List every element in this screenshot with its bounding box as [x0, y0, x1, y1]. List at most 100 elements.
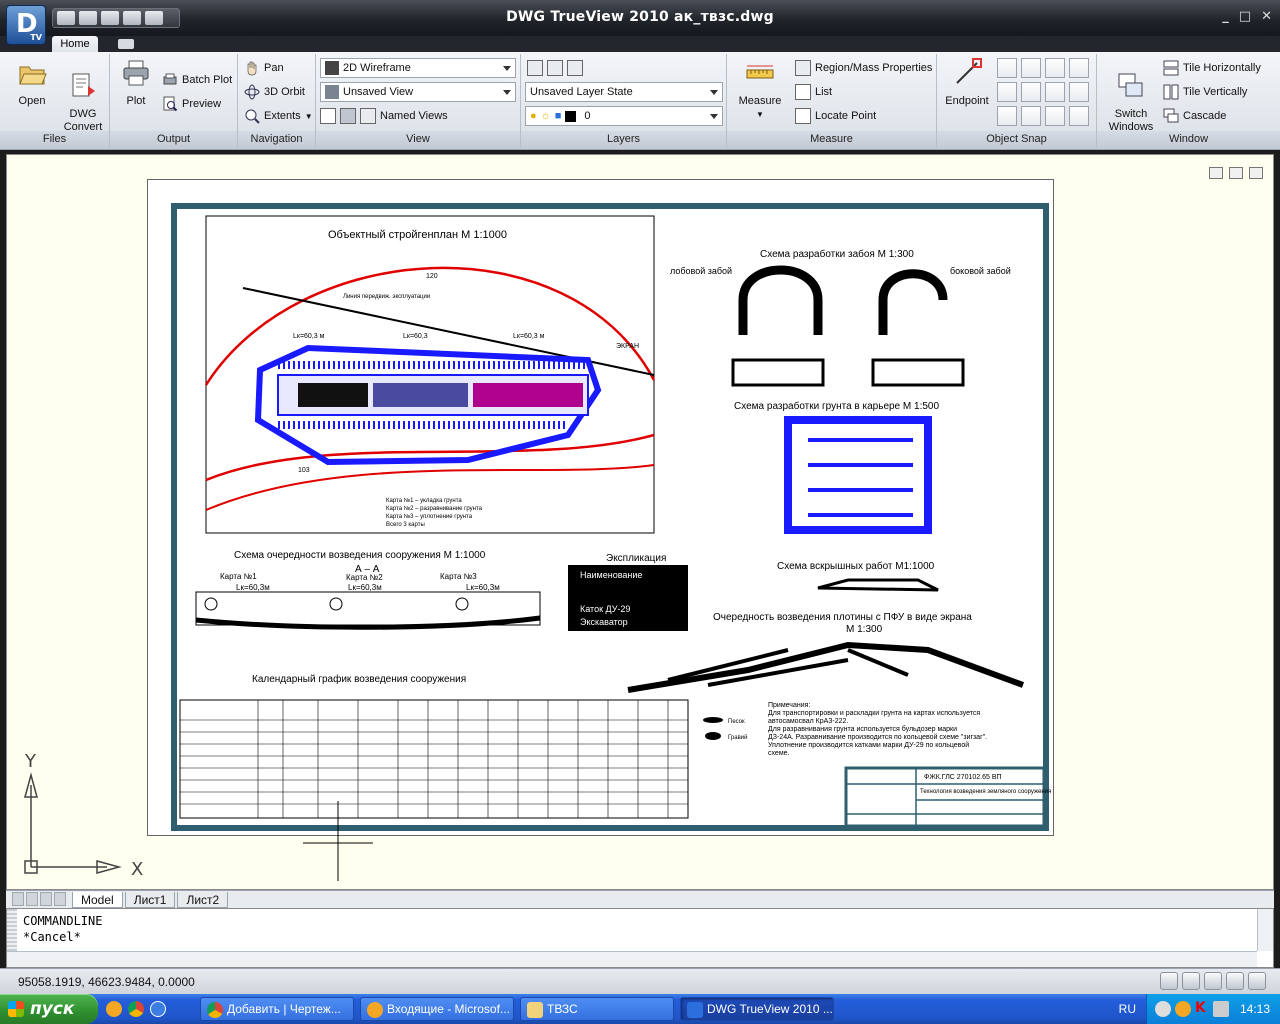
layer-previous-icon[interactable] — [547, 60, 563, 76]
antivirus-icon[interactable]: K — [1195, 1000, 1206, 1016]
insertion-snap-icon[interactable] — [1045, 106, 1065, 126]
tab-model[interactable]: Model — [72, 891, 123, 908]
clock[interactable]: 14:13 — [1240, 1002, 1270, 1016]
measure-dropdown-icon[interactable]: ▼ — [737, 108, 783, 121]
layer-properties-icon[interactable] — [527, 60, 543, 76]
seq-dam-profile — [195, 615, 541, 630]
orbit-button[interactable]: 3D Orbit — [244, 82, 305, 102]
next-tab-icon[interactable] — [40, 891, 52, 906]
extents-dropdown-icon[interactable]: ▼ — [305, 112, 313, 121]
start-button[interactable]: пуск — [0, 994, 98, 1024]
parallel-snap-icon[interactable] — [1021, 106, 1041, 126]
zoom-status-icon[interactable] — [1182, 972, 1200, 990]
strip-title: Схема вскрышных работ М1:1000 — [777, 560, 935, 572]
chevron-down-icon — [710, 114, 718, 119]
taskbar-item-chrome[interactable]: Добавить | Чертеж... — [200, 997, 354, 1021]
tab-home[interactable]: Home — [52, 36, 98, 52]
minimize-button[interactable]: _ — [1222, 9, 1229, 24]
drawing-minimize-button[interactable] — [1209, 167, 1223, 179]
region-mass-button[interactable]: Region/Mass Properties — [795, 58, 932, 78]
calendar-table — [179, 699, 689, 819]
perpendicular-snap-icon[interactable] — [997, 106, 1017, 126]
visual-style-select[interactable]: 2D Wireframe — [320, 58, 516, 78]
command-hscrollbar[interactable] — [7, 951, 1257, 967]
chrome-icon[interactable] — [128, 1001, 144, 1017]
layer-state-select[interactable]: Unsaved Layer State — [525, 82, 723, 102]
layer-isolate-icon[interactable] — [567, 60, 583, 76]
tile-vertically-button[interactable]: Tile Vertically — [1163, 82, 1247, 102]
node-snap-icon[interactable] — [1069, 82, 1089, 102]
tangent-snap-icon[interactable] — [1045, 82, 1065, 102]
coordinate-readout[interactable]: 95058.1919, 46623.9484, 0.0000 — [18, 975, 195, 989]
layout-tab-nav — [6, 891, 72, 908]
midpoint-snap-icon[interactable] — [997, 58, 1017, 78]
view-icon — [325, 85, 339, 99]
command-line[interactable]: COMMANDLINE *Cancel* — [6, 908, 1274, 968]
title-bar: D TV DWG TrueView 2010 ак_твзс.dwg _ □ ✕ — [0, 0, 1280, 45]
intersection-snap-icon[interactable] — [1021, 58, 1041, 78]
maximize-button[interactable]: □ — [1239, 9, 1251, 24]
extents-button[interactable]: Extents ▼ — [244, 106, 313, 126]
output-panel-title: Output — [110, 131, 237, 148]
ruler-icon — [746, 65, 774, 79]
drawing-restore-button[interactable] — [1229, 167, 1243, 179]
cube-icon[interactable] — [340, 108, 356, 124]
taskbar-item-trueview[interactable]: DWG TrueView 2010 ... — [680, 997, 834, 1021]
first-tab-icon[interactable] — [12, 891, 24, 906]
endpoint-button[interactable]: Endpoint — [943, 58, 991, 108]
tray-app-icon[interactable] — [1175, 1001, 1191, 1017]
toolbar-lock-icon[interactable] — [1248, 972, 1266, 990]
extension-snap-icon[interactable] — [1069, 58, 1089, 78]
center-snap-icon[interactable] — [997, 82, 1017, 102]
calendar-grid — [180, 700, 688, 818]
steering-wheel-icon[interactable] — [1204, 972, 1222, 990]
seq-frame — [195, 591, 541, 626]
taskbar-item-mail[interactable]: Входящие - Microsof... — [360, 997, 514, 1021]
start-label: пуск — [30, 999, 75, 1019]
tab-sheet2[interactable]: Лист2 — [177, 891, 229, 908]
apparent-intersection-snap-icon[interactable] — [1045, 58, 1065, 78]
current-layer-value: 0 — [584, 110, 591, 122]
open-button[interactable]: Open — [10, 58, 54, 108]
cascade-button[interactable]: Cascade — [1163, 106, 1226, 126]
language-indicator[interactable]: RU — [1119, 1002, 1136, 1016]
showmotion-icon[interactable] — [1226, 972, 1244, 990]
prev-tab-icon[interactable] — [26, 891, 38, 906]
last-tab-icon[interactable] — [54, 891, 66, 906]
close-button[interactable]: ✕ — [1261, 9, 1272, 24]
saved-view-select[interactable]: Unsaved View — [320, 82, 516, 102]
command-vscrollbar[interactable] — [1257, 909, 1273, 951]
batch-plot-button[interactable]: Batch Plot — [162, 70, 232, 90]
hand-icon — [247, 61, 257, 76]
application-menu-button[interactable]: D TV — [6, 5, 46, 45]
back-icon[interactable] — [1155, 1001, 1171, 1017]
plot-button[interactable]: Plot — [116, 58, 156, 108]
clear-snap-icon[interactable] — [1069, 106, 1089, 126]
messenger-icon[interactable] — [150, 1001, 166, 1017]
taskbar-item-folder[interactable]: ТВЗС — [520, 997, 674, 1021]
preview-button[interactable]: Preview — [162, 94, 221, 114]
map2-fill — [373, 383, 468, 407]
folder-open-icon — [19, 66, 47, 85]
measure-button[interactable]: Measure ▼ — [737, 58, 783, 121]
network-icon[interactable] — [1213, 1001, 1229, 1017]
endpoint-label: Endpoint — [945, 95, 989, 107]
quadrant-snap-icon[interactable] — [1021, 82, 1041, 102]
tile-horizontally-button[interactable]: Tile Horizontally — [1163, 58, 1261, 78]
viewport-icon[interactable] — [320, 108, 336, 124]
layer-select[interactable]: ● ☼ ■ 0 — [525, 106, 723, 126]
note-2: автосамосвал КрАЗ-222. — [768, 718, 848, 725]
files-panel-title: Files — [0, 131, 109, 148]
drawing-viewport[interactable]: Объектный стройгенплан М 1:1000 Линия пе… — [6, 154, 1274, 890]
face-front-label: лобовой забой — [670, 266, 732, 276]
browser-mail-icon[interactable] — [106, 1001, 122, 1017]
locate-point-button[interactable]: Locate Point — [795, 106, 876, 126]
list-button[interactable]: List — [795, 82, 832, 102]
plan-contour-bottom: 103 — [298, 467, 310, 474]
pan-status-icon[interactable] — [1160, 972, 1178, 990]
ribbon-minimize-toggle[interactable] — [118, 39, 134, 49]
named-views-button[interactable]: Named Views — [320, 106, 448, 126]
drawing-close-button[interactable] — [1249, 167, 1263, 179]
tab-sheet1[interactable]: Лист1 — [124, 891, 176, 908]
pan-button[interactable]: Pan — [244, 58, 284, 78]
